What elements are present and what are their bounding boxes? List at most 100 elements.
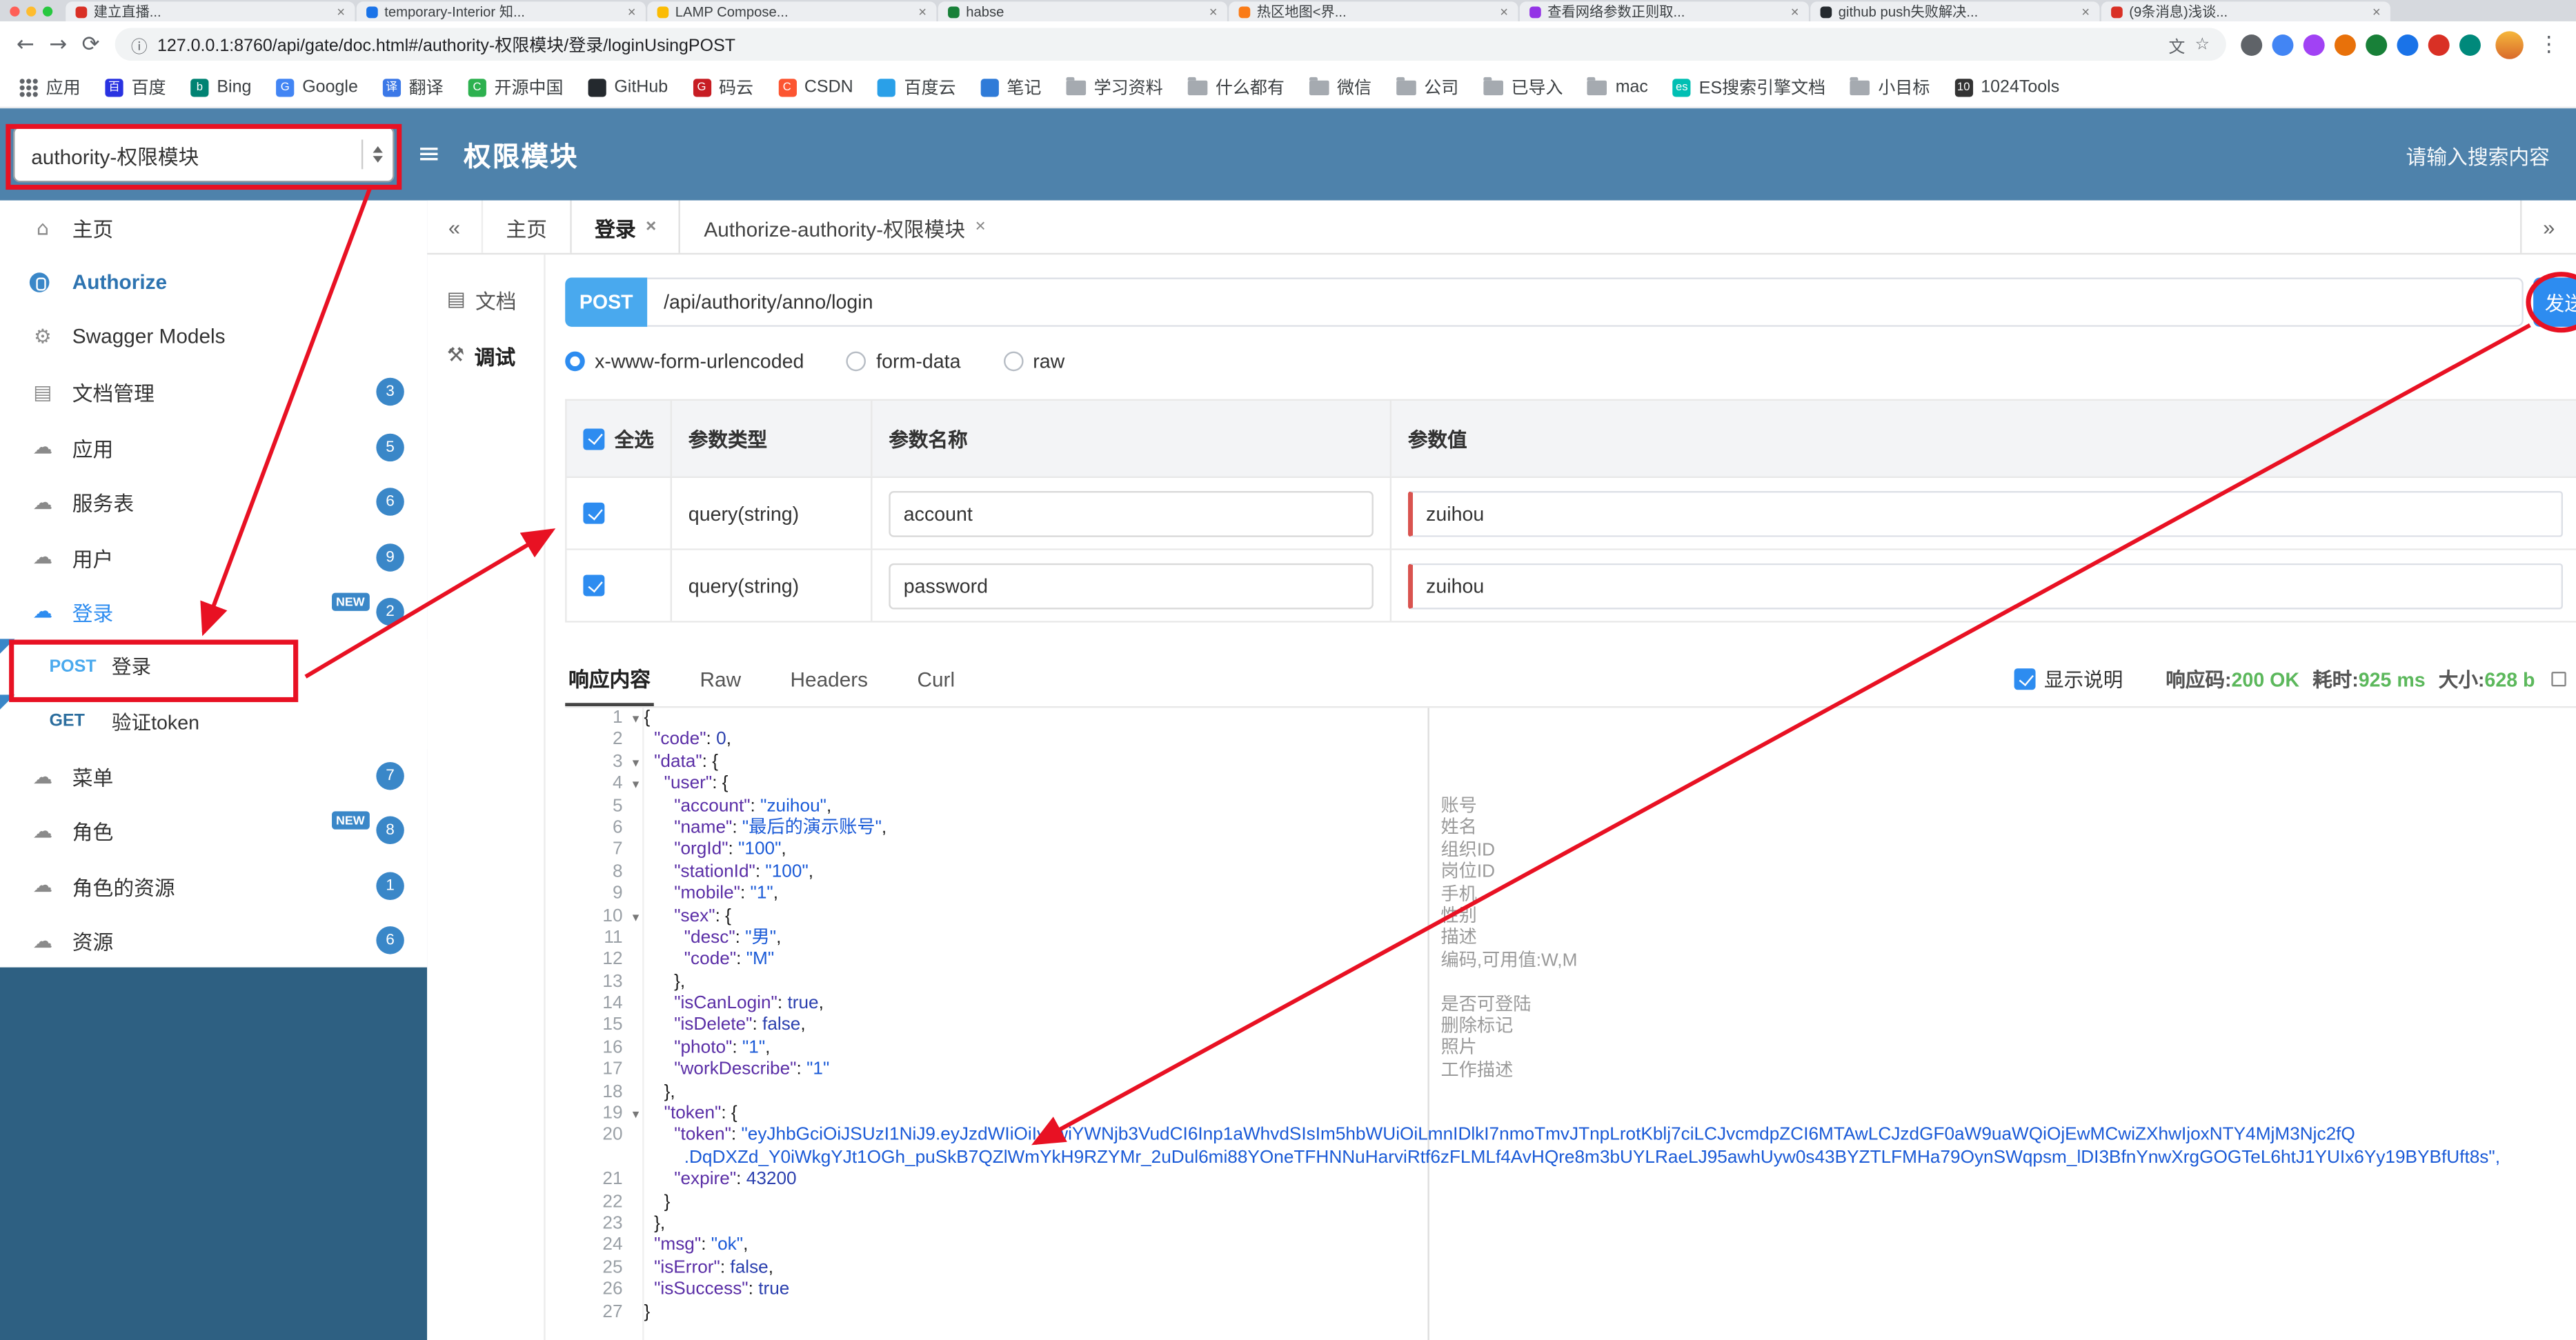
extension-icon[interactable] — [2303, 33, 2325, 55]
sidebar-item[interactable]: ☁ 应用 5 — [0, 420, 427, 475]
profile-avatar[interactable] — [2495, 30, 2524, 59]
doc-tab[interactable]: 登录 × — [570, 200, 682, 253]
content-type-radio[interactable]: form-data — [846, 350, 960, 373]
bookmark-item[interactable]: C 开源中国 — [468, 74, 564, 99]
bookmark-item[interactable]: 小目标 — [1850, 74, 1930, 99]
browser-tab[interactable]: 查看网络参数正则取... × — [1519, 1, 1809, 21]
sidebar-item[interactable]: ☁ 角色 NEW 8 — [0, 803, 427, 859]
forward-icon[interactable]: → — [49, 32, 67, 57]
browser-tab[interactable]: (9条消息)浅谈... × — [2101, 1, 2390, 21]
sidebar-item[interactable]: ☁ 服务表 6 — [0, 474, 427, 530]
browser-tab[interactable]: 热区地图<界... × — [1229, 1, 1518, 21]
search-input[interactable]: 请输入搜索内容 — [2406, 139, 2550, 170]
browser-tab[interactable]: github push失败解决... × — [1810, 1, 2100, 21]
bookmark-item[interactable]: G 码云 — [692, 74, 753, 99]
extension-icon[interactable] — [2272, 33, 2294, 55]
extension-icon[interactable] — [2459, 33, 2481, 55]
tab-close-icon[interactable]: × — [337, 3, 345, 20]
extension-icon[interactable] — [2397, 33, 2419, 55]
row-checkbox[interactable] — [583, 574, 605, 597]
bookmark-item[interactable]: 百百度 — [105, 74, 166, 99]
bookmark-item[interactable]: 学习资料 — [1066, 74, 1163, 99]
bookmark-item[interactable]: 应用 — [19, 74, 81, 99]
bookmark-item[interactable]: es ES搜索引擎文档 — [1672, 74, 1825, 99]
browser-menu-icon[interactable]: ⋮ — [2538, 32, 2559, 57]
browser-tab[interactable]: temporary-Interior 知... × — [356, 1, 646, 21]
sidebar-item[interactable]: ☁ 角色的资源 1 — [0, 859, 427, 914]
sidebar-item[interactable]: ☁ 菜单 7 — [0, 749, 427, 804]
response-tab[interactable]: Headers — [787, 652, 871, 706]
response-tab[interactable]: Raw — [697, 652, 744, 706]
param-value-input[interactable]: zuihou — [1407, 562, 2563, 609]
sidebar-item[interactable]: Authorize — [0, 255, 427, 310]
url-text[interactable]: 127.0.0.1:8760/api/gate/doc.html#/author… — [157, 32, 2159, 57]
bookmark-item[interactable]: GitHub — [588, 77, 668, 97]
extension-icon[interactable] — [2334, 33, 2356, 55]
bookmark-item[interactable]: 什么都有 — [1187, 74, 1285, 99]
tab-close-icon[interactable]: × — [1500, 3, 1508, 20]
tab-close-icon[interactable]: × — [1791, 3, 1799, 20]
show-desc-checkbox[interactable] — [2014, 668, 2037, 690]
tab-close-icon[interactable]: × — [2372, 3, 2381, 20]
page-info-icon[interactable]: ⓘ — [131, 32, 148, 57]
bookmark-item[interactable]: mac — [1587, 76, 1648, 97]
response-tab[interactable]: Curl — [914, 652, 958, 706]
subnav-debug[interactable]: ⚒ 调试 — [427, 327, 544, 383]
bookmark-item[interactable]: C CSDN — [777, 77, 853, 97]
fullscreen-icon[interactable] — [2551, 671, 2566, 687]
browser-tab[interactable]: 建立直播... × — [66, 1, 355, 21]
select-all-checkbox[interactable] — [583, 428, 605, 450]
extension-icon[interactable] — [2241, 33, 2263, 55]
tab-close-icon[interactable]: × — [975, 217, 985, 237]
bookmark-item[interactable]: 笔记 — [980, 74, 1041, 99]
bookmark-item[interactable]: G Google — [276, 77, 358, 97]
sidebar-api-item[interactable]: GET 验证token — [0, 694, 428, 749]
reload-icon[interactable]: ⟳ — [82, 32, 100, 57]
tab-close-icon[interactable]: × — [646, 217, 656, 237]
bookmark-item[interactable]: 百度云 — [878, 74, 956, 99]
tabs-scroll-left-icon[interactable]: « — [427, 200, 484, 253]
sidebar-item[interactable]: ⚙ Swagger Models — [0, 310, 427, 366]
doc-tab[interactable]: Authorize-authority-权限模块 × — [681, 201, 1009, 253]
content-type-radio[interactable]: raw — [1003, 350, 1064, 373]
tab-close-icon[interactable]: × — [918, 3, 927, 20]
sidebar-api-item[interactable]: POST 登录 — [0, 639, 428, 694]
translate-icon[interactable]: 文 — [2169, 32, 2186, 57]
row-checkbox[interactable] — [583, 502, 605, 524]
bookmark-item[interactable]: 公司 — [1396, 74, 1458, 99]
param-name-input[interactable]: account — [889, 490, 1374, 537]
tab-close-icon[interactable]: × — [2081, 3, 2090, 20]
bookmark-item[interactable]: b Bing — [190, 77, 251, 97]
bookmark-star-icon[interactable]: ☆ — [2195, 35, 2210, 53]
bookmark-item[interactable]: 微信 — [1309, 74, 1371, 99]
extension-icon[interactable] — [2428, 33, 2450, 55]
tab-close-icon[interactable]: × — [628, 3, 636, 20]
content-type-radio[interactable]: x-www-form-urlencoded — [565, 350, 804, 373]
extension-icon[interactable] — [2366, 33, 2388, 55]
menu-toggle-icon[interactable]: ≡ — [417, 138, 441, 171]
close-window-icon[interactable] — [10, 6, 20, 16]
tab-close-icon[interactable]: × — [1209, 3, 1218, 20]
sidebar-item[interactable]: ☁ 用户 9 — [0, 530, 427, 585]
browser-tab[interactable]: habse × — [938, 1, 1227, 21]
param-name-input[interactable]: password — [889, 562, 1374, 609]
back-icon[interactable]: ← — [17, 32, 34, 57]
module-select[interactable]: authority-权限模块 — [13, 126, 395, 183]
sidebar-item[interactable]: ▤ 文档管理 3 — [0, 365, 427, 420]
doc-tab[interactable]: 主页 — [483, 201, 570, 253]
sidebar-item[interactable]: ⌂ 主页 — [0, 201, 427, 256]
bookmark-item[interactable]: 10 1024Tools — [1954, 77, 2059, 97]
sidebar-item[interactable]: ☁ 登录 NEW 2 — [0, 584, 427, 639]
subnav-doc[interactable]: ▤ 文档 — [427, 271, 544, 327]
url-bar[interactable]: ⓘ 127.0.0.1:8760/api/gate/doc.html#/auth… — [115, 28, 2226, 61]
bookmark-item[interactable]: 译翻译 — [382, 74, 444, 99]
send-button[interactable]: 发送 — [2533, 277, 2576, 327]
bookmark-item[interactable]: 已导入 — [1483, 74, 1563, 99]
request-url-input[interactable]: /api/authority/anno/login — [647, 277, 2524, 327]
response-tab[interactable]: 响应内容 — [565, 652, 654, 707]
minimize-window-icon[interactable] — [26, 6, 37, 16]
browser-tab[interactable]: LAMP Compose... × — [647, 1, 937, 21]
show-desc-toggle[interactable]: 显示说明 — [2014, 665, 2123, 692]
maximize-window-icon[interactable] — [42, 6, 53, 16]
param-value-input[interactable]: zuihou — [1407, 490, 2563, 537]
